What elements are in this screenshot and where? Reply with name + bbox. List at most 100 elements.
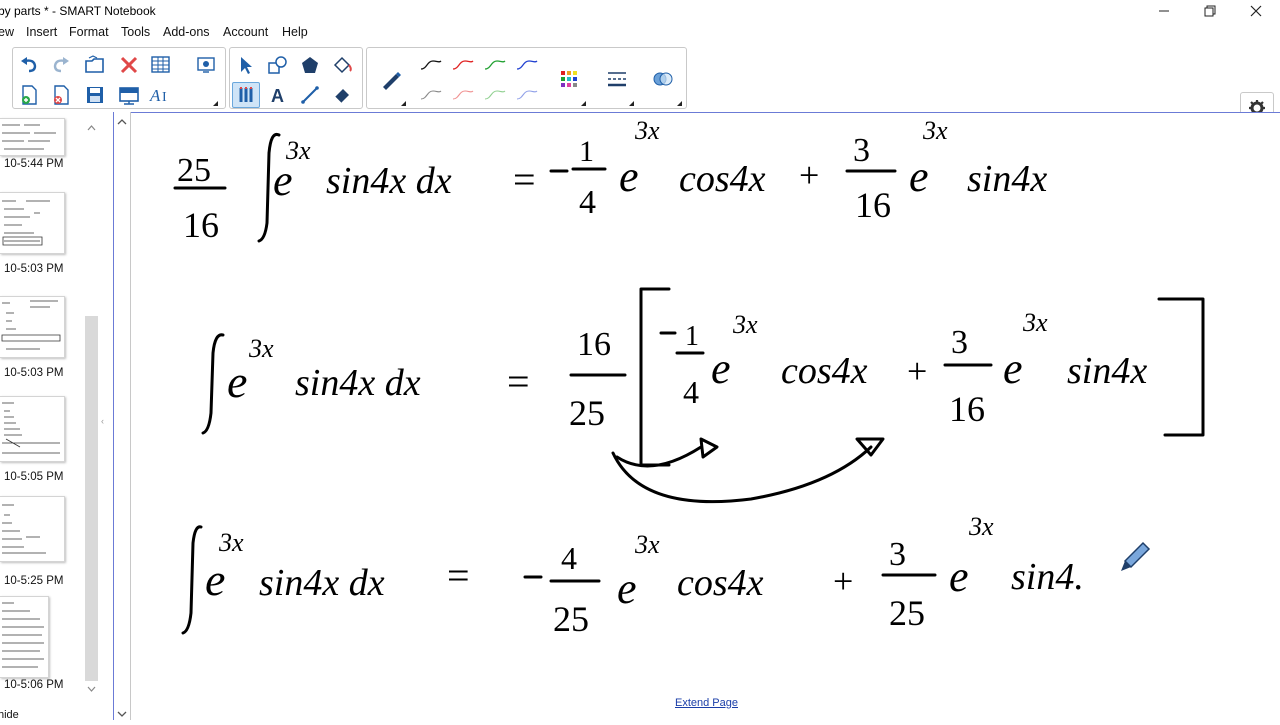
menu-format[interactable]: Format xyxy=(69,25,109,39)
page-thumbnail[interactable] xyxy=(0,192,65,254)
svg-text:=: = xyxy=(447,553,470,598)
page-thumbnail[interactable] xyxy=(0,496,65,562)
line-style-button[interactable] xyxy=(603,66,631,92)
restore-button[interactable] xyxy=(1187,0,1233,22)
add-page-button[interactable] xyxy=(15,82,43,108)
line-tool[interactable] xyxy=(296,82,324,108)
canvas-scrollbar[interactable] xyxy=(113,112,131,720)
screen-shade-button[interactable] xyxy=(115,82,143,108)
svg-text:3x: 3x xyxy=(922,116,948,145)
svg-text:25: 25 xyxy=(177,152,211,189)
side-panel-scrollbar[interactable] xyxy=(84,118,99,703)
minimize-icon xyxy=(1159,10,1169,12)
text-tool[interactable]: A xyxy=(264,82,292,108)
document-camera-button[interactable] xyxy=(191,52,221,78)
thumbnail-time: 10-5:25 PM xyxy=(4,575,64,587)
svg-text:25: 25 xyxy=(889,593,925,633)
regular-polygon-tool[interactable] xyxy=(296,52,324,78)
pen-stroke-blue-faded-icon xyxy=(516,90,538,100)
svg-text:sin4x dx: sin4x dx xyxy=(326,160,452,202)
pen-stroke-blue-icon xyxy=(516,60,538,70)
svg-text:e: e xyxy=(1003,344,1023,393)
shapes-icon xyxy=(268,56,287,74)
menu-view[interactable]: ew xyxy=(0,25,14,39)
pen-style-green-faded[interactable] xyxy=(481,82,509,108)
svg-text:16: 16 xyxy=(855,185,891,225)
svg-text:sin4x: sin4x xyxy=(1067,350,1147,392)
redo-button[interactable] xyxy=(47,52,75,78)
page-thumbnail[interactable] xyxy=(0,296,65,358)
transparency-button[interactable] xyxy=(649,66,677,92)
page-thumbnail[interactable] xyxy=(0,396,65,462)
eraser-tool[interactable] xyxy=(328,82,356,108)
svg-text:3x: 3x xyxy=(1022,308,1048,337)
transparency-dropdown-icon[interactable] xyxy=(677,101,682,106)
delete-page-icon xyxy=(54,85,69,105)
pen-type-button[interactable] xyxy=(377,66,405,92)
svg-text:e: e xyxy=(909,152,929,201)
canvas-scrollbar-arrows xyxy=(117,119,127,717)
svg-text:3x: 3x xyxy=(732,310,758,339)
save-button[interactable] xyxy=(81,82,109,108)
close-button[interactable] xyxy=(1233,0,1279,22)
minimize-button[interactable] xyxy=(1141,0,1187,22)
table-button[interactable] xyxy=(147,52,175,78)
polygon-icon xyxy=(302,57,318,73)
pen-style-black-faded[interactable] xyxy=(417,82,445,108)
toolbar: AI A xyxy=(0,44,1280,154)
menu-tools[interactable]: Tools xyxy=(121,25,150,39)
delete-button[interactable] xyxy=(115,52,143,78)
delete-page-button[interactable] xyxy=(47,82,75,108)
line-style-dropdown-icon[interactable] xyxy=(629,101,634,106)
page-thumbnail[interactable] xyxy=(0,118,65,156)
screen-shade-icon xyxy=(119,87,139,105)
select-tool[interactable] xyxy=(232,52,260,78)
pen-style-red[interactable] xyxy=(449,52,477,78)
svg-text:3x: 3x xyxy=(218,528,244,557)
whiteboard-canvas[interactable]: 25 16 e 3x sin4x dx = 1 4 e 3x cos4x + 3… xyxy=(131,112,1280,720)
pen-style-blue-faded[interactable] xyxy=(513,82,541,108)
svg-text:3x: 3x xyxy=(248,334,274,363)
pens-icon xyxy=(239,87,253,102)
more-tools-dropdown-icon[interactable] xyxy=(213,101,218,106)
menu-account[interactable]: Account xyxy=(223,25,268,39)
page-thumbnail[interactable] xyxy=(0,596,49,678)
color-dropdown-icon[interactable] xyxy=(581,101,586,106)
thumbnail-scribble-icon xyxy=(2,504,46,554)
pen-style-red-faded[interactable] xyxy=(449,82,477,108)
svg-text:1: 1 xyxy=(579,135,594,168)
auto-hide-label[interactable]: hide xyxy=(0,709,19,721)
panel-resize-handle-icon[interactable]: ‹ xyxy=(101,416,104,426)
document-camera-icon xyxy=(197,57,215,73)
fill-tool[interactable] xyxy=(328,52,356,78)
menu-insert[interactable]: Insert xyxy=(26,25,57,39)
extend-page-link[interactable]: Extend Page xyxy=(675,697,738,709)
pen-tools-selected[interactable] xyxy=(232,82,260,108)
shapes-tool[interactable] xyxy=(264,52,292,78)
handwriting-button[interactable]: AI xyxy=(147,82,175,108)
thumbnail-scribble-icon xyxy=(1,300,61,350)
svg-text:3: 3 xyxy=(889,536,906,573)
menu-help[interactable]: Help xyxy=(282,25,308,39)
pen-style-green[interactable] xyxy=(481,52,509,78)
svg-text:16: 16 xyxy=(949,389,985,429)
color-grid-icon xyxy=(561,71,577,87)
menu-add-ons[interactable]: Add-ons xyxy=(163,25,210,39)
eraser-icon xyxy=(334,89,349,104)
title-bar: by parts * - SMART Notebook xyxy=(0,0,1280,22)
pen-type-dropdown-icon[interactable] xyxy=(401,101,406,106)
svg-text:3: 3 xyxy=(853,132,870,169)
svg-text:e: e xyxy=(619,152,639,201)
svg-text:3x: 3x xyxy=(285,136,311,165)
svg-text:4: 4 xyxy=(683,374,699,410)
folder-icon xyxy=(85,55,104,73)
transparency-icon xyxy=(653,72,673,86)
toolbar-group-edit: AI xyxy=(12,47,226,109)
color-palette-button[interactable] xyxy=(555,66,583,92)
open-file-button[interactable] xyxy=(81,52,109,78)
thumbnail-scribble-icon xyxy=(2,602,44,668)
pen-style-black-thin[interactable] xyxy=(417,52,445,78)
undo-button[interactable] xyxy=(15,52,43,78)
svg-text:sin4.: sin4. xyxy=(1011,556,1084,598)
pen-style-blue[interactable] xyxy=(513,52,541,78)
